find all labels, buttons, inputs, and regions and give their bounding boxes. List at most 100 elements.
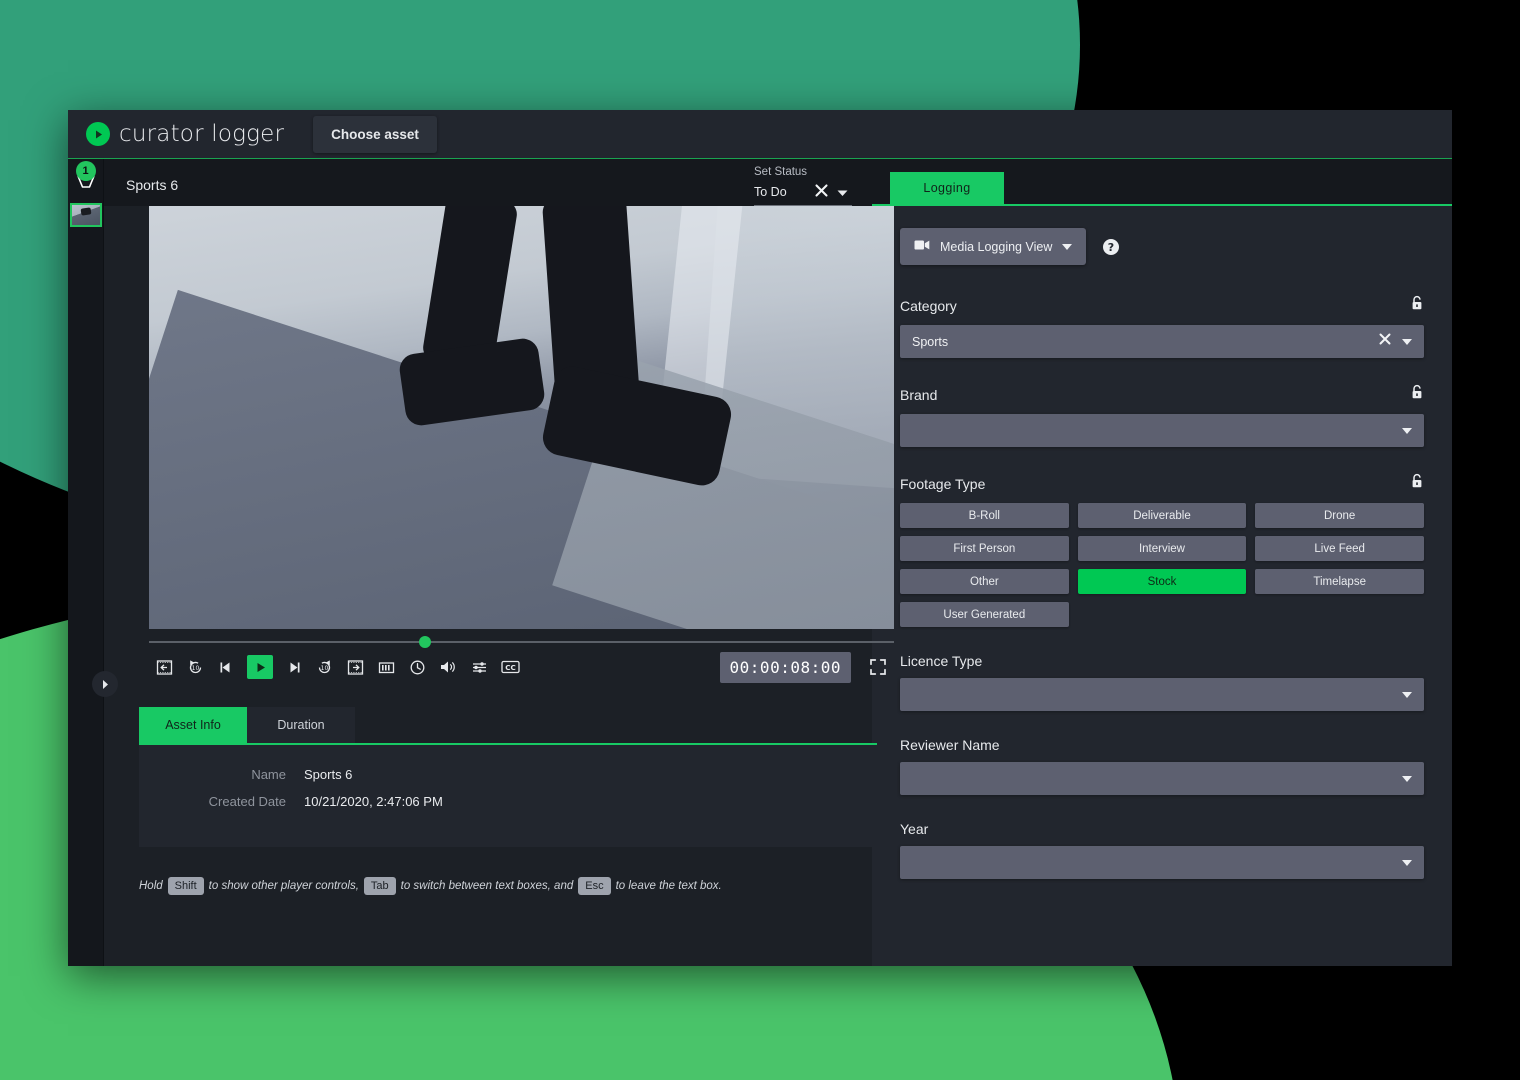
combo-value-category: Sports bbox=[912, 335, 1368, 349]
basket-button[interactable]: 1 bbox=[68, 161, 104, 201]
combo-licence-type[interactable] bbox=[900, 678, 1424, 711]
lock-icon-footage-type[interactable] bbox=[1410, 473, 1424, 494]
chevron-down-icon[interactable] bbox=[1402, 428, 1412, 434]
settings-button[interactable] bbox=[464, 653, 494, 681]
view-selector-row: Media Logging View ? bbox=[900, 228, 1424, 265]
keyboard-hint: Hold Shift to show other player controls… bbox=[139, 877, 872, 895]
right-panel-tabs: Logging bbox=[872, 159, 1452, 206]
chevron-right-icon bbox=[101, 679, 110, 690]
chevron-down-icon[interactable] bbox=[1402, 860, 1412, 866]
clear-status-button[interactable] bbox=[810, 183, 833, 201]
chip-user-generated[interactable]: User Generated bbox=[900, 602, 1069, 627]
chip-first-person[interactable]: First Person bbox=[900, 536, 1069, 561]
fullscreen-button[interactable] bbox=[863, 653, 893, 681]
combo-brand[interactable] bbox=[900, 414, 1424, 447]
chevron-down-icon[interactable] bbox=[1402, 692, 1412, 698]
collapse-panel-button[interactable] bbox=[92, 671, 118, 697]
tab-logging[interactable]: Logging bbox=[890, 172, 1004, 204]
clear-category-button[interactable] bbox=[1368, 332, 1402, 351]
lock-icon-category[interactable] bbox=[1410, 295, 1424, 316]
field-licence-type: Licence Type bbox=[900, 653, 1424, 711]
filmstrip-button[interactable] bbox=[371, 653, 401, 681]
close-icon bbox=[814, 183, 829, 198]
scrubber-track[interactable] bbox=[149, 641, 894, 643]
volume-button[interactable] bbox=[433, 653, 463, 681]
logging-form: Media Logging View ? C bbox=[872, 206, 1452, 966]
hint-part-1: Hold bbox=[139, 880, 163, 892]
combo-reviewer-name[interactable] bbox=[900, 762, 1424, 795]
right-panel: Logging Media Logging View bbox=[872, 159, 1452, 966]
media-logging-view-select[interactable]: Media Logging View bbox=[900, 228, 1086, 265]
chevron-down-icon[interactable] bbox=[1402, 776, 1412, 782]
field-head-licence-type: Licence Type bbox=[900, 653, 1424, 669]
chip-other[interactable]: Other bbox=[900, 569, 1069, 594]
chip-stock[interactable]: Stock bbox=[1078, 569, 1247, 594]
label-reviewer-name: Reviewer Name bbox=[900, 737, 1000, 753]
step-backward-icon bbox=[218, 659, 235, 676]
chevron-down-icon[interactable] bbox=[1402, 339, 1412, 345]
field-head-footage-type: Footage Type bbox=[900, 473, 1424, 494]
help-circle-icon[interactable]: ? bbox=[1102, 238, 1120, 256]
captions-button[interactable]: CC bbox=[495, 653, 525, 681]
set-status-label: Set Status bbox=[754, 166, 854, 178]
field-head-reviewer-name: Reviewer Name bbox=[900, 737, 1424, 753]
label-category: Category bbox=[900, 298, 957, 314]
info-row-created-date: Created Date 10/21/2020, 2:47:06 PM bbox=[139, 794, 877, 809]
basket-badge: 1 bbox=[76, 161, 96, 181]
forward-10-icon: 10 bbox=[316, 659, 333, 676]
timecode-display[interactable]: 00:00:08:00 bbox=[720, 652, 851, 683]
info-key-created-date: Created Date bbox=[139, 794, 304, 809]
svg-text:10: 10 bbox=[191, 665, 199, 672]
combo-category[interactable]: Sports bbox=[900, 325, 1424, 358]
svg-text:CC: CC bbox=[505, 663, 516, 672]
forward-10-button[interactable]: 10 bbox=[309, 653, 339, 681]
go-to-start-button[interactable] bbox=[149, 653, 179, 681]
app-title: curator logger bbox=[119, 121, 284, 147]
field-reviewer-name: Reviewer Name bbox=[900, 737, 1424, 795]
choose-asset-button[interactable]: Choose asset bbox=[313, 116, 437, 153]
info-value-name: Sports 6 bbox=[304, 767, 352, 782]
tab-asset-info[interactable]: Asset Info bbox=[139, 707, 247, 743]
tab-duration[interactable]: Duration bbox=[247, 707, 355, 743]
go-to-end-button[interactable] bbox=[340, 653, 370, 681]
scrubber[interactable] bbox=[149, 629, 894, 647]
chip-b-roll[interactable]: B-Roll bbox=[900, 503, 1069, 528]
step-back-button[interactable] bbox=[211, 653, 241, 681]
lock-icon-brand[interactable] bbox=[1410, 384, 1424, 405]
step-forward-icon bbox=[285, 659, 302, 676]
combo-year[interactable] bbox=[900, 846, 1424, 879]
chip-live-feed[interactable]: Live Feed bbox=[1255, 536, 1424, 561]
status-dropdown-button[interactable] bbox=[833, 185, 852, 200]
video-surface[interactable] bbox=[149, 206, 894, 629]
clock-button[interactable] bbox=[402, 653, 432, 681]
chip-timelapse[interactable]: Timelapse bbox=[1255, 569, 1424, 594]
top-bar: curator logger Choose asset bbox=[68, 110, 1452, 159]
field-head-year: Year bbox=[900, 821, 1424, 837]
info-value-created-date: 10/21/2020, 2:47:06 PM bbox=[304, 794, 443, 809]
label-licence-type: Licence Type bbox=[900, 653, 982, 669]
sliders-icon bbox=[471, 660, 488, 675]
frame-end-icon bbox=[347, 659, 364, 676]
play-button[interactable] bbox=[247, 655, 273, 679]
step-forward-button[interactable] bbox=[278, 653, 308, 681]
field-footage-type: Footage Type B-Roll Deliv bbox=[900, 473, 1424, 627]
footage-type-options: B-Roll Deliverable Drone First Person In… bbox=[900, 503, 1424, 627]
chip-interview[interactable]: Interview bbox=[1078, 536, 1247, 561]
volume-icon bbox=[439, 659, 457, 675]
asset-title: Sports 6 bbox=[126, 177, 178, 206]
filmstrip-icon bbox=[378, 660, 395, 675]
video-camera-icon bbox=[914, 239, 930, 254]
svg-text:?: ? bbox=[1108, 241, 1114, 254]
rewind-10-button[interactable]: 10 bbox=[180, 653, 210, 681]
hint-part-4: to leave the text box. bbox=[616, 880, 722, 892]
time-and-fullscreen: 00:00:08:00 bbox=[720, 652, 894, 683]
clock-icon bbox=[409, 659, 426, 676]
center-column: Sports 6 Set Status To Do bbox=[104, 159, 872, 966]
play-icon bbox=[254, 661, 267, 674]
set-status-value: To Do bbox=[754, 185, 810, 199]
set-status-row[interactable]: To Do bbox=[754, 183, 852, 206]
chip-deliverable[interactable]: Deliverable bbox=[1078, 503, 1247, 528]
thumbnail-sports-6[interactable] bbox=[70, 203, 102, 227]
chip-drone[interactable]: Drone bbox=[1255, 503, 1424, 528]
app-body: 1 Sports 6 bbox=[68, 159, 1452, 966]
